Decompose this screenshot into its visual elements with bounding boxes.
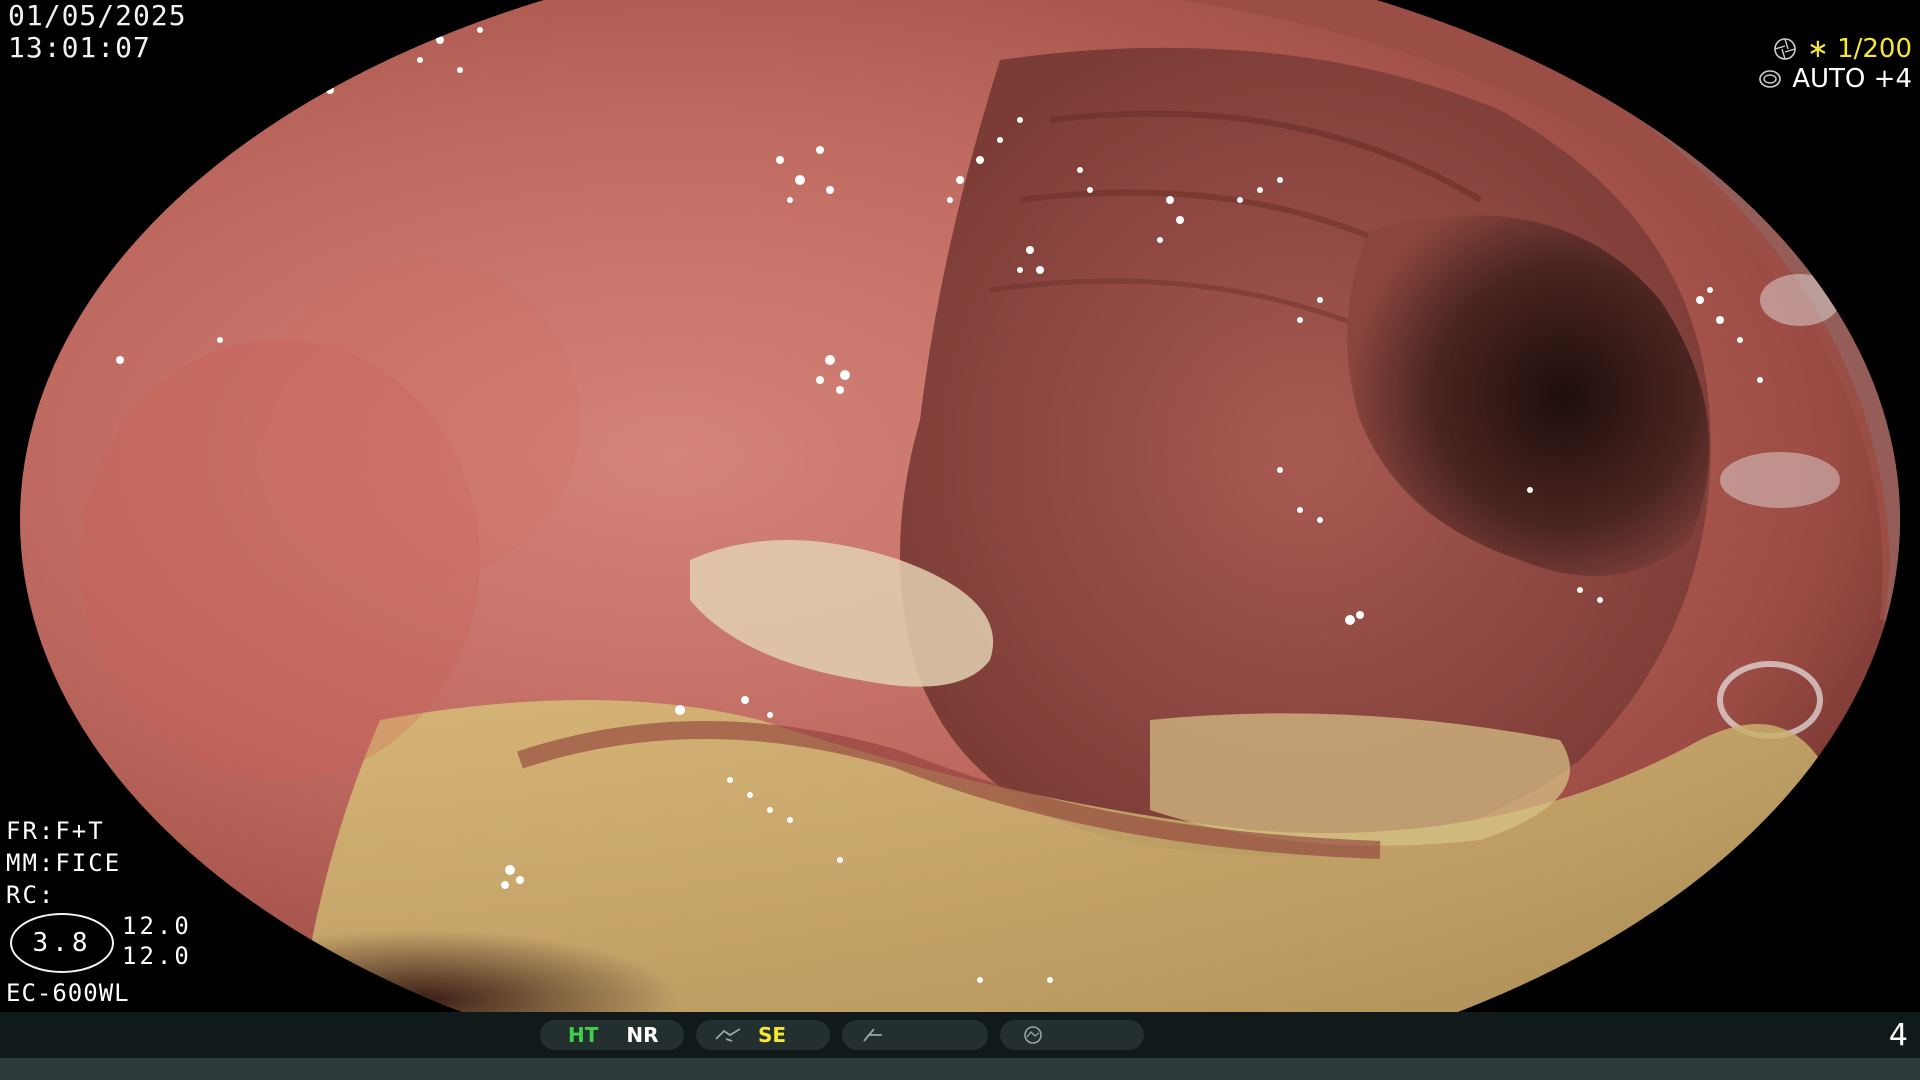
iris-mode: AUTO +4 — [1792, 64, 1912, 94]
value-b: 12.0 — [122, 942, 192, 970]
shutter-icon — [1774, 38, 1796, 60]
status-bar: HT NR SE 4 — [0, 1012, 1920, 1080]
status-bar-strip — [0, 1058, 1920, 1080]
endoscopy-screen: 01/05/2025 13:01:07 ∗ 1/200 AUTO +4 FR:F… — [0, 0, 1920, 1080]
frame-setting: FR:F+T — [6, 817, 105, 845]
mode-indicator — [1000, 1020, 1144, 1050]
gauge-row: 3.8 12.0 12.0 — [6, 911, 189, 975]
color-enhancement-icon — [863, 1028, 882, 1042]
shutter-speed: ∗ 1/200 — [1807, 34, 1912, 64]
endoscopic-image — [0, 0, 1920, 1012]
exposure-settings: ∗ 1/200 AUTO +4 — [1758, 34, 1912, 94]
color-enhancement-indicator — [842, 1020, 988, 1050]
mode-icon — [1024, 1026, 1042, 1044]
ht-nr-indicator: HT NR — [540, 1020, 684, 1050]
structure-enhancement-indicator: SE — [696, 1020, 830, 1050]
iris-row: AUTO +4 — [1758, 64, 1912, 94]
nr-label: NR — [626, 1023, 659, 1047]
gauge-values: 12.0 12.0 — [122, 911, 192, 971]
time-readout: 13:01:07 — [8, 31, 151, 64]
date-readout: 01/05/2025 — [8, 0, 187, 32]
shutter-row: ∗ 1/200 — [1758, 34, 1912, 64]
value-a: 12.0 — [122, 912, 192, 940]
iris-icon — [1759, 70, 1782, 88]
structure-enhancement-icon — [715, 1028, 741, 1042]
rc-setting: RC: — [6, 881, 56, 909]
mode-setting: MM:FICE — [6, 849, 122, 877]
colon-view-illustration — [20, 0, 1900, 1012]
ht-label: HT — [568, 1023, 599, 1047]
processor-settings: FR:F+T MM:FICE RC: 3.8 12.0 12.0 EC-600W… — [6, 815, 189, 1009]
se-label: SE — [758, 1023, 787, 1047]
scope-model: EC-600WL — [6, 979, 130, 1007]
gauge-value: 3.8 — [10, 913, 114, 973]
page-number: 4 — [1888, 1018, 1908, 1053]
